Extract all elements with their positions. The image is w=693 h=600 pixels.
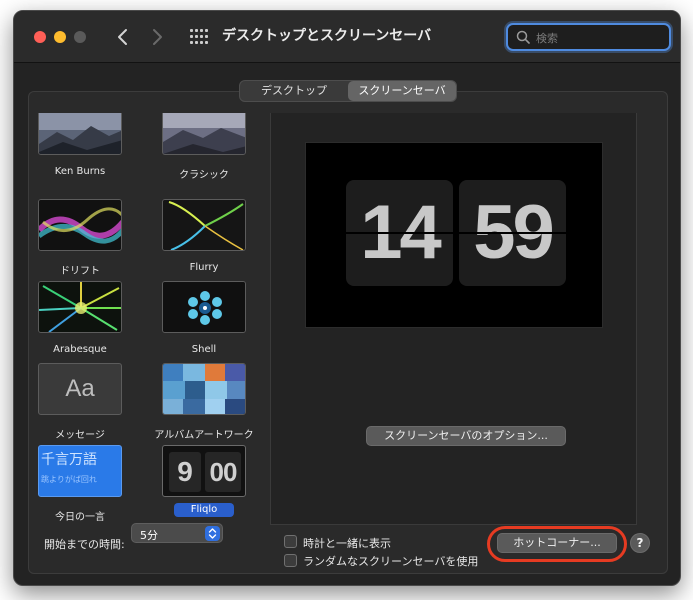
module-thumbnail: 9 00	[162, 445, 246, 497]
flip-seam	[346, 232, 453, 234]
show-clock-checkbox[interactable]	[284, 535, 297, 548]
title-bar: デスクトップとスクリーンセーバ	[14, 11, 680, 63]
window-title: デスクトップとスクリーンセーバ	[222, 28, 432, 44]
screen-saver-options-button[interactable]: スクリーンセーバのオプション...	[366, 426, 566, 446]
random-saver-label: ランダムなスクリーンセーバを使用	[303, 555, 479, 568]
module-label: Shell	[191, 344, 217, 355]
screen-saver-preview: 14 59	[305, 142, 603, 328]
start-after-label: 開始までの時間:	[44, 538, 125, 551]
search-input[interactable]	[536, 29, 664, 47]
module-label: メッセージ	[55, 430, 105, 441]
module-thumbnail	[38, 113, 122, 155]
zoom-window-button[interactable]	[74, 31, 86, 43]
module-label: Ken Burns	[54, 166, 106, 177]
hour-flip-card: 14	[346, 180, 453, 286]
random-saver-checkbox[interactable]	[284, 554, 297, 567]
module-message[interactable]: Aa メッセージ	[30, 363, 130, 443]
start-after-value: 5分	[140, 529, 158, 542]
tab-bar: デスクトップ スクリーンセーバ	[239, 80, 457, 102]
module-thumbnail	[38, 199, 122, 251]
start-after-select[interactable]: 5分	[131, 523, 223, 543]
module-label: 今日の一言	[55, 512, 105, 523]
close-window-button[interactable]	[34, 31, 46, 43]
module-thumbnail: 千言万語 跳よりがば回れ	[38, 445, 122, 497]
show-clock-label: 時計と一緒に表示	[303, 537, 391, 550]
module-arabesque[interactable]: Arabesque	[30, 281, 130, 361]
module-thumbnail	[162, 113, 246, 155]
module-classic[interactable]: クラシック	[154, 113, 254, 183]
module-label: アルバムアートワーク	[154, 430, 254, 441]
search-icon	[516, 30, 530, 44]
hot-corners-highlight-ring	[487, 526, 627, 562]
module-label: Fliqlo	[174, 503, 234, 517]
module-shell[interactable]: Shell	[154, 281, 254, 361]
help-button[interactable]: ?	[630, 533, 650, 553]
module-label: クラシック	[179, 170, 229, 181]
module-fliqlo[interactable]: 9 00 Fliqlo	[154, 445, 254, 525]
minimize-window-button[interactable]	[54, 31, 66, 43]
module-thumbnail	[162, 199, 246, 251]
module-thumbnail	[38, 281, 122, 333]
module-flurry[interactable]: Flurry	[154, 199, 254, 279]
minute-flip-card: 59	[459, 180, 566, 286]
forward-arrow-icon[interactable]	[145, 25, 169, 49]
show-all-grid-icon[interactable]	[190, 29, 208, 44]
module-label: Flurry	[189, 262, 219, 273]
tab-screen-saver[interactable]: スクリーンセーバ	[348, 81, 456, 101]
flip-seam	[459, 232, 566, 234]
screen-saver-list[interactable]: Ken Burns クラシック ドリフト Flurry Arabesque Sh…	[30, 113, 272, 525]
module-drift[interactable]: ドリフト	[30, 199, 130, 279]
module-thumbnail: Aa	[38, 363, 122, 415]
tab-desktop[interactable]: デスクトップ	[240, 81, 348, 101]
module-word-of-the-day[interactable]: 千言万語 跳よりがば回れ 今日の一言	[30, 445, 130, 525]
module-thumbnail	[162, 281, 246, 333]
search-field[interactable]	[506, 23, 671, 51]
module-label: ドリフト	[60, 266, 100, 277]
module-ken-burns[interactable]: Ken Burns	[30, 113, 130, 183]
module-album-artwork[interactable]: アルバムアートワーク	[154, 363, 254, 443]
module-label: Arabesque	[53, 344, 107, 355]
back-arrow-icon[interactable]	[111, 25, 135, 49]
module-thumbnail	[162, 363, 246, 415]
select-stepper-icon	[205, 526, 220, 541]
